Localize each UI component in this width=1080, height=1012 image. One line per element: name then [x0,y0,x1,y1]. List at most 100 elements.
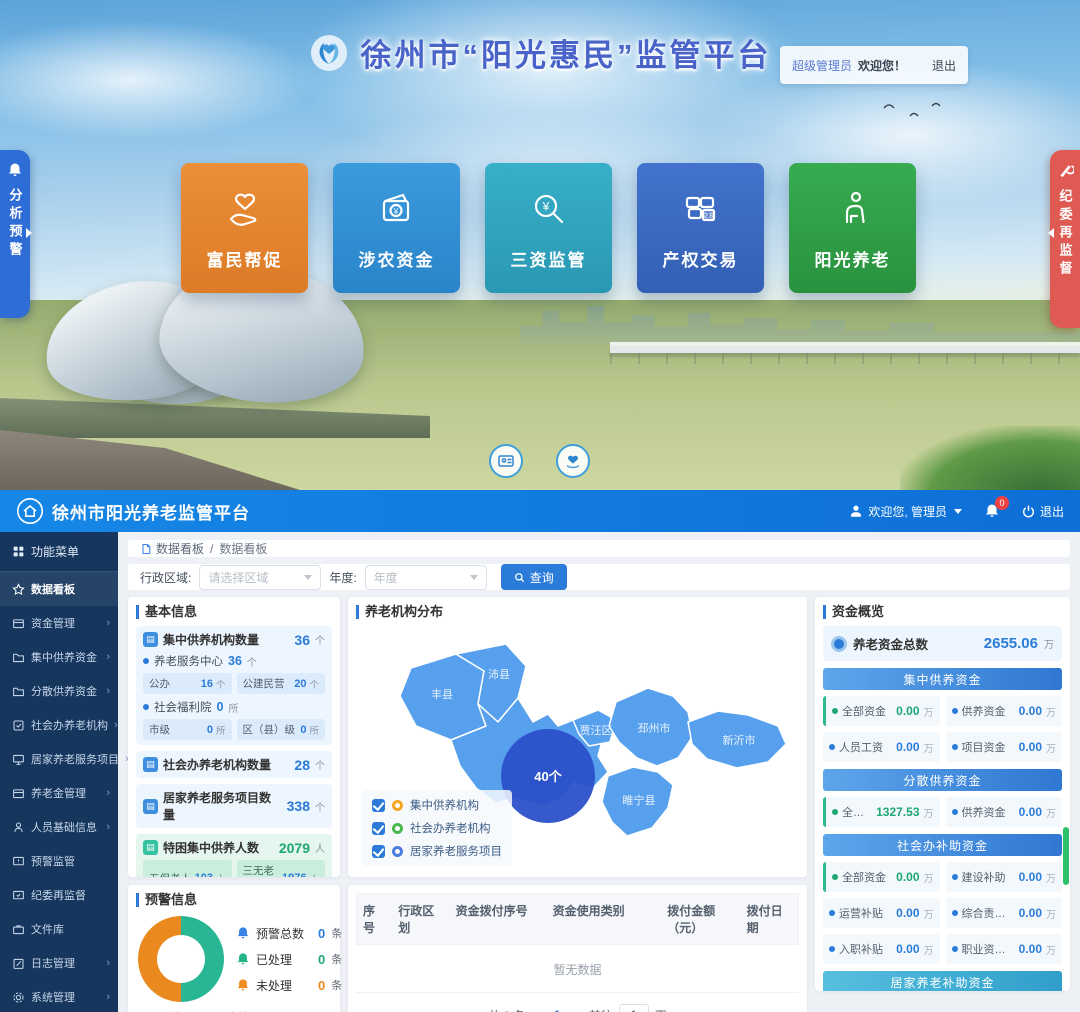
tile-shenong-zijin[interactable]: ¥ 涉农资金 [333,163,460,293]
page-number[interactable]: 1 [554,1008,561,1012]
user-menu[interactable]: 欢迎您, 管理员 [849,503,962,520]
svg-text:交易: 交易 [702,211,715,220]
search-yuan-icon: ¥ [525,185,573,233]
map-label: 沛县 [488,667,510,681]
map-cluster-count: 40个 [534,769,562,784]
tile-label: 富民帮促 [207,246,283,271]
fund-item: 入职补贴0.00万 [823,934,940,964]
next-page-button[interactable]: › [573,1008,577,1012]
institution-distribution-panel: 养老机构分布 [348,597,807,877]
document-icon [140,543,152,555]
heart-care-icon-button[interactable] [556,444,590,478]
region-select[interactable]: 请选择区域 [199,565,321,590]
stat-chip: 市级0所 [143,719,232,740]
fund-item: 全部资金0.00万 [823,696,940,726]
scrollbar-thumb[interactable] [1063,827,1069,885]
fund-item: 运营补贴0.00万 [823,898,940,928]
sidebar-item-home-care-projects[interactable]: 居家养老服务项目› [0,742,118,776]
year-select[interactable]: 年度 [365,565,487,590]
bullet-dot [143,658,149,664]
prev-page-button[interactable]: ‹ [537,1008,541,1012]
card-icon [12,787,25,800]
sidebar: 功能菜单 数据看板 资金管理› 集中供养资金› 分散供养资金› 社会办养老机构› [0,532,118,1012]
chevron-right-icon [26,228,32,238]
basic-info-panel: 基本信息 ▤ 集中供养机构数量 36个 养老服务中心36个 公 [128,597,340,877]
user-icon [849,504,863,518]
checked-checkbox-icon[interactable] [372,845,385,858]
doc-badge-icon: ▤ [143,632,158,647]
tile-chanquan-jiaoyi[interactable]: 交易 产权交易 [637,163,764,293]
sidebar-item-log-mgmt[interactable]: 日志管理› [0,946,118,980]
map-label: 丰县 [431,688,453,701]
page-unit-label: 页 [655,1007,667,1012]
legend-item-social-institutions[interactable]: 社会办养老机构 [372,820,502,836]
chevron-left-icon [1048,228,1054,238]
fund-item: 全部资金0.00万 [823,862,940,892]
warning-info-panel: 预警信息 预警总数0条 已处理0条 [128,885,340,1012]
tile-fumin-bangcu[interactable]: 富民帮促 [181,163,308,293]
fund-item: 全部资金1327.53万 [823,797,940,827]
checked-checkbox-icon[interactable] [372,799,385,812]
tile-yangguang-yanglao[interactable]: 阳光养老 [789,163,916,293]
fund-item: 建设补助0.00万 [946,862,1063,892]
panel-title: 基本信息 [136,605,332,619]
sidebar-item-dispersed-support-fund[interactable]: 分散供养资金› [0,674,118,708]
sidebar-item-fund-mgmt[interactable]: 资金管理› [0,606,118,640]
doc-badge-icon: ▤ [143,757,158,772]
checked-checkbox-icon[interactable] [372,822,385,835]
sidebar-item-pension-mgmt[interactable]: 养老金管理› [0,776,118,810]
sidebar-item-warning-supervision[interactable]: 预警监管 [0,844,118,878]
pagination: 共 0 条 ‹ 1 › 前往 页 [356,1004,799,1012]
screen-alert-icon [12,855,25,868]
tile-label: 产权交易 [663,246,739,271]
sidebar-item-system-mgmt[interactable]: 系统管理› [0,980,118,1012]
main-content: 数据看板 / 数据看板 行政区域: 请选择区域 年度: 年度 查询 [118,532,1080,1012]
analysis-warning-tab[interactable]: 分析预警 [0,150,30,318]
id-card-icon [497,452,515,470]
grid-icon [12,545,25,558]
panel-title: 资金概览 [823,605,1062,619]
sidebar-item-central-support-fund[interactable]: 集中供养资金› [0,640,118,674]
logout-button[interactable]: 退出 [1022,503,1064,520]
goto-page-input[interactable] [619,1004,649,1012]
jiwei-supervision-tab[interactable]: 纪委再监督 [1050,150,1080,328]
fund-item: 综合责任险0.00万 [946,898,1063,928]
sidebar-item-data-board[interactable]: 数据看板 [0,572,118,606]
region-filter-label: 行政区域: [140,569,191,586]
map-label: 邳州市 [638,721,671,735]
notifications-button[interactable]: 0 [984,503,1000,519]
sidebar-item-file-library[interactable]: 文件库 [0,912,118,946]
legend-item-homecare-projects[interactable]: 居家养老服务项目 [372,843,502,859]
search-button[interactable]: 查询 [501,564,567,590]
bell-icon [236,978,250,992]
dashboard: 徐州市阳光养老监管平台 欢迎您, 管理员 0 退出 [0,490,1080,1012]
stat-chip: 五保老人103人 [143,860,232,877]
bridge-railing [610,353,1080,364]
tile-sanzi-jianguan[interactable]: ¥ 三资监管 [485,163,612,293]
id-card-icon-button[interactable] [489,444,523,478]
total-count: 共 0 条 [488,1007,525,1012]
map-legend: 集中供养机构 社会办养老机构 居家养老服 [362,790,512,866]
panel-title: 预警信息 [136,893,332,907]
breadcrumb-separator: / [210,542,213,556]
gear-icon [12,991,25,1004]
dashboard-header: 徐州市阳光养老监管平台 欢迎您, 管理员 0 退出 [0,490,1080,532]
tab-label: 纪委再监督 [1056,189,1075,279]
stat-card-social-institutions: ▤ 社会办养老机构数量28个 [136,751,332,778]
star-icon [12,583,25,596]
elderly-person-icon [829,185,877,233]
legend-item-central-institutions[interactable]: 集中供养机构 [372,797,502,813]
sidebar-item-personnel-info[interactable]: 人员基础信息› [0,810,118,844]
sidebar-item-social-institutions[interactable]: 社会办养老机构› [0,708,118,742]
sidebar-item-jiwei-supervision[interactable]: 纪委再监督 [0,878,118,912]
map-label: 睢宁县 [623,793,656,807]
doc-badge-icon: ▤ [143,799,158,814]
svg-text:¥: ¥ [392,206,398,216]
person-icon [12,821,25,834]
stat-card-central-supported-people: ▤ 特困集中供养人数2079人 五保老人103人 三无老人1976人 [136,834,332,877]
logout-button[interactable]: 退出 [932,57,956,74]
warning-donut-chart [138,916,224,1002]
breadcrumb-root[interactable]: 数据看板 [140,540,204,557]
pencil-square-icon [12,957,25,970]
filter-bar: 行政区域: 请选择区域 年度: 年度 查询 [128,564,1070,590]
